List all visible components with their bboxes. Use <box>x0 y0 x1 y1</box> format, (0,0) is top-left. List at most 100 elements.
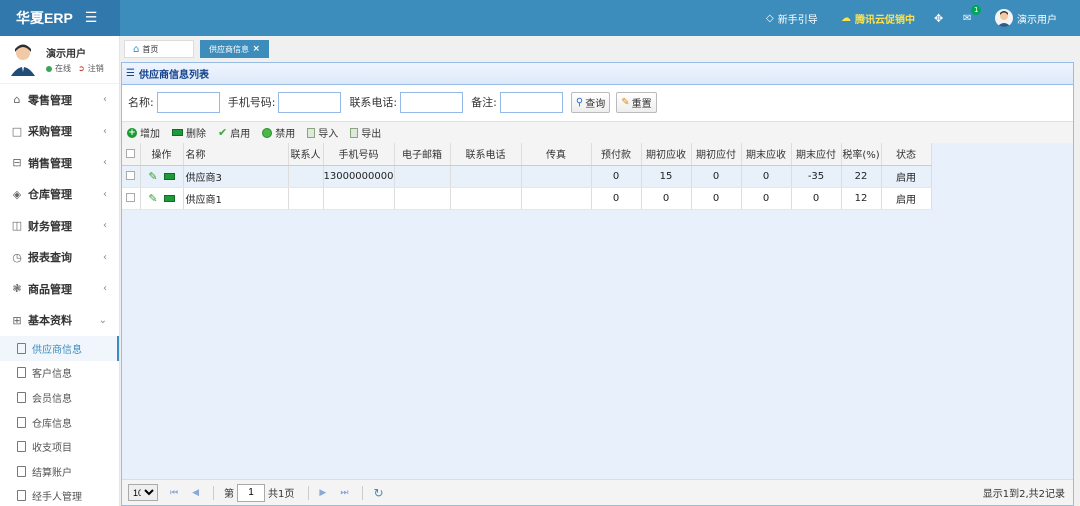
file-icon <box>17 490 26 502</box>
column-header[interactable]: 状态 <box>881 143 932 166</box>
sidebar-subitem-label: 收支项目 <box>32 443 72 455</box>
select-all-checkbox[interactable] <box>126 148 136 158</box>
table-row[interactable]: ✎ 供应商3 13000000000 0 15 0 0 -35 22 启用 <box>122 165 932 188</box>
close-icon[interactable]: × <box>252 44 260 54</box>
import-button[interactable]: 导入 <box>307 125 338 140</box>
column-header[interactable]: 预付款 <box>591 143 642 166</box>
sidebar-item-reports[interactable]: ◷ 报表查询 ‹ <box>0 242 119 274</box>
new-user-guide-link[interactable]: ◇ 新手引导 <box>766 0 818 36</box>
fullscreen-button[interactable]: ✥ <box>934 0 943 36</box>
sidebar-item-label: 报表查询 <box>28 251 72 265</box>
tel-search-input[interactable] <box>400 91 464 113</box>
logout-link[interactable]: 注销 <box>88 63 104 74</box>
card-icon[interactable] <box>163 173 175 180</box>
divider <box>308 485 310 500</box>
user-menu[interactable]: 演示用户 <box>995 0 1057 36</box>
home-icon: ⌂ <box>133 43 140 55</box>
sidebar-user-name: 演示用户 <box>46 49 86 60</box>
query-button[interactable]: ⚲ 查询 <box>570 91 611 113</box>
sidebar-item-basic-data[interactable]: ⊞ 基本资料 ⌄ <box>0 305 119 337</box>
first-page-icon[interactable]: ⏮ <box>170 488 178 498</box>
ban-icon <box>262 127 273 138</box>
page-size-select[interactable]: 10 <box>128 484 158 501</box>
sidebar: 演示用户 在线 ➲ 注销 ⌂ 零售管理 ‹ □ 采购管理 ‹ ⊟ 销售管理 ‹ ◈ 仓库管理 ‹… <box>0 36 120 506</box>
delete-button[interactable]: 删除 <box>172 125 206 140</box>
sidebar-subitem-customer[interactable]: 客户信息 <box>0 361 119 386</box>
column-header[interactable]: 传真 <box>521 143 592 166</box>
row-select-cell[interactable] <box>122 165 141 188</box>
export-button[interactable]: 导出 <box>350 125 381 140</box>
tab-home[interactable]: ⌂ 首页 <box>124 40 194 58</box>
mail-icon: ✉ <box>963 12 972 24</box>
name-search-input[interactable] <box>156 91 220 113</box>
next-page-icon[interactable]: ▶ <box>319 488 326 498</box>
sidebar-item-label: 采购管理 <box>28 125 72 139</box>
column-header[interactable]: 名称 <box>183 143 289 166</box>
enable-button[interactable]: ✔ 启用 <box>218 125 250 140</box>
tab-supplier-info[interactable]: 供应商信息 × <box>200 40 269 58</box>
promo-link[interactable]: ☁ 腾讯云促销中 <box>841 0 915 36</box>
prev-page-icon[interactable]: ◀ <box>192 488 199 498</box>
cell-prepay: 0 <box>591 187 642 210</box>
logo-area: 华夏ERP ☰ <box>0 0 120 36</box>
column-header[interactable]: 联系人 <box>288 143 324 166</box>
sidebar-subitem-label: 供应商信息 <box>32 344 82 356</box>
page-total: 共1页 <box>268 489 295 500</box>
cell-fax <box>521 165 592 188</box>
edit-icon[interactable]: ✎ <box>148 170 157 183</box>
column-header[interactable]: 电子邮箱 <box>394 143 451 166</box>
reset-button[interactable]: ✎ 重置 <box>616 91 657 113</box>
logout-icon[interactable]: ➲ <box>78 64 85 73</box>
check-icon: ✔ <box>218 126 228 139</box>
page-number-input[interactable] <box>237 483 266 502</box>
sidebar-item-finance[interactable]: ◫ 财务管理 ‹ <box>0 210 119 242</box>
top-navbar: 华夏ERP ☰ ◇ 新手引导 ☁ 腾讯云促销中 ✥ ✉ 1 演示用户 <box>0 0 1080 36</box>
messages-button[interactable]: ✉ 1 <box>963 0 985 36</box>
sidebar-item-products[interactable]: ❃ 商品管理 ‹ <box>0 273 119 305</box>
sidebar-subitem-supplier[interactable]: 供应商信息 <box>0 336 119 361</box>
row-checkbox[interactable] <box>126 193 136 202</box>
column-header[interactable]: 期初应付 <box>691 143 742 166</box>
last-page-icon[interactable]: ⏭ <box>340 488 348 498</box>
chevron-left-icon: ‹ <box>103 157 107 169</box>
sidebar-subitem-member[interactable]: 会员信息 <box>0 385 119 410</box>
layers-icon: ◈ <box>12 187 22 201</box>
card-icon[interactable] <box>163 195 175 202</box>
column-header[interactable]: 手机号码 <box>323 143 395 166</box>
sidebar-subitem-warehouse-info[interactable]: 仓库信息 <box>0 410 119 435</box>
avatar <box>10 42 36 76</box>
column-header[interactable]: 联系电话 <box>450 143 522 166</box>
page-prefix: 第 <box>224 489 235 500</box>
sidebar-subitem-income-expense[interactable]: 收支项目 <box>0 434 119 459</box>
delete-icon <box>172 129 183 136</box>
sidebar-subitem-handler[interactable]: 经手人管理 <box>0 484 119 506</box>
row-select-cell[interactable] <box>122 187 141 210</box>
sidebar-toggle-icon[interactable]: ☰ <box>85 10 98 26</box>
sidebar-item-label: 销售管理 <box>28 156 72 170</box>
row-checkbox[interactable] <box>126 171 136 180</box>
sidebar-subitem-accounts[interactable]: 结算账户 <box>0 459 119 484</box>
phone-search-input[interactable] <box>278 91 342 113</box>
sidebar-item-warehouse[interactable]: ◈ 仓库管理 ‹ <box>0 179 119 211</box>
edit-icon[interactable]: ✎ <box>148 192 157 205</box>
briefcase-icon: ⊟ <box>12 156 22 170</box>
sidebar-item-sales[interactable]: ⊟ 销售管理 ‹ <box>0 147 119 179</box>
column-header[interactable]: 期初应收 <box>641 143 692 166</box>
select-all-cell[interactable] <box>122 143 141 166</box>
remark-search-input[interactable] <box>499 91 563 113</box>
import-icon <box>307 127 316 138</box>
app-brand[interactable]: 华夏ERP <box>16 8 73 28</box>
column-header[interactable]: 期末应收 <box>741 143 792 166</box>
column-header[interactable]: 税率(%) <box>841 143 882 166</box>
cell-phone <box>323 187 395 210</box>
sidebar-item-retail[interactable]: ⌂ 零售管理 ‹ <box>0 84 119 116</box>
add-button[interactable]: + 增加 <box>127 125 160 140</box>
disable-button[interactable]: 禁用 <box>262 125 295 140</box>
guide-label: 新手引导 <box>777 14 818 26</box>
brush-icon: ✎ <box>621 96 630 108</box>
cloud-icon: ☁ <box>841 12 851 24</box>
column-header[interactable]: 期末应付 <box>791 143 842 166</box>
table-row[interactable]: ✎ 供应商1 0 0 0 0 0 12 启用 <box>122 187 932 210</box>
sidebar-item-purchase[interactable]: □ 采购管理 ‹ <box>0 116 119 148</box>
refresh-icon[interactable]: ↻ <box>373 486 383 500</box>
